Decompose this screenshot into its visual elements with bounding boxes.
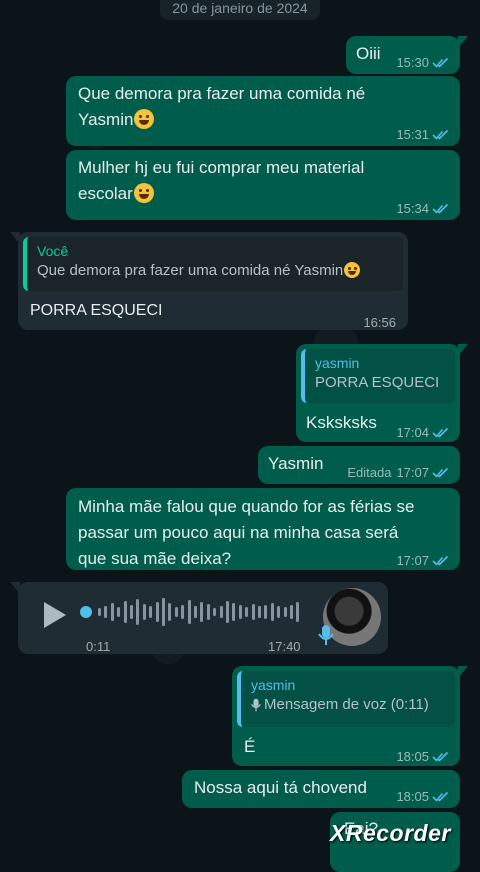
message-bubble-incoming[interactable]: Você Que demora pra fazer uma comida né … bbox=[10, 232, 408, 330]
read-ticks-icon bbox=[432, 555, 449, 566]
quoted-author: Você bbox=[37, 243, 69, 259]
message-bubble-outgoing[interactable]: Que demora pra fazer uma comida né Yasmin… bbox=[66, 76, 460, 146]
message-text: Que demora pra fazer uma comida né Yasmin bbox=[78, 84, 366, 129]
waveform-bar bbox=[181, 605, 185, 619]
waveform-bar bbox=[155, 602, 159, 622]
read-ticks-icon bbox=[432, 467, 449, 478]
message-text: Minha mãe falou que quando for as férias… bbox=[78, 497, 415, 568]
message-time: 18:05 bbox=[396, 749, 429, 764]
voice-waveform[interactable] bbox=[98, 596, 304, 628]
waveform-bar bbox=[245, 607, 249, 617]
message-bubble-outgoing[interactable]: Yasmin Editada 17:07 bbox=[258, 446, 460, 484]
message-bubble-outgoing[interactable]: Oiii 15:30 bbox=[346, 36, 468, 76]
message-text: Oiii bbox=[356, 44, 381, 63]
quoted-author: yasmin bbox=[251, 677, 296, 693]
message-bubble-outgoing[interactable]: yasmin PORRA ESQUECI Ksksksks 17:04 bbox=[296, 344, 468, 442]
waveform-bar bbox=[219, 606, 223, 618]
message-meta: 16:56 bbox=[363, 310, 396, 336]
waveform-bar bbox=[226, 601, 229, 623]
message-bubble-outgoing[interactable]: Minha mãe falou que quando for as férias… bbox=[66, 488, 460, 570]
waveform-bar bbox=[206, 604, 210, 620]
message-bubble-outgoing[interactable]: yasmin Mensagem de voz (0:11) É 18:05 bbox=[232, 666, 468, 766]
message-meta: 15:34 bbox=[396, 196, 450, 222]
waveform-bar bbox=[264, 605, 268, 619]
date-separator: 20 de janeiro de 2024 bbox=[160, 0, 320, 20]
message-text: Ksksksks bbox=[306, 413, 377, 432]
read-ticks-icon bbox=[432, 751, 449, 762]
message-time: 17:07 bbox=[396, 465, 429, 480]
voice-message-bubble-incoming[interactable]: 0:11 17:40 bbox=[10, 582, 388, 654]
waveform-bar bbox=[213, 608, 217, 616]
waveform-bar bbox=[232, 603, 236, 621]
message-time: 15:30 bbox=[396, 55, 429, 70]
waveform-bar bbox=[238, 605, 242, 619]
read-ticks-icon bbox=[432, 791, 449, 802]
waveform-bar bbox=[136, 599, 140, 625]
waveform-bar bbox=[258, 606, 261, 618]
waveform-bar bbox=[142, 604, 146, 620]
message-text: Mulher hj eu fui comprar meu material esc… bbox=[78, 158, 365, 203]
message-time: 18:05 bbox=[396, 789, 429, 804]
message-meta: 15:31 bbox=[396, 122, 450, 148]
waveform-bar bbox=[110, 603, 114, 621]
read-ticks-icon bbox=[432, 129, 449, 140]
quoted-message[interactable]: Você Que demora pra fazer uma comida né … bbox=[23, 237, 403, 291]
message-meta: Editada 17:07 bbox=[347, 460, 450, 486]
waveform-bar bbox=[162, 598, 165, 626]
message-time: 15:34 bbox=[396, 201, 429, 216]
message-text: Nossa aqui tá chovend bbox=[194, 778, 367, 797]
message-bubble-outgoing[interactable]: Mulher hj eu fui comprar meu material esc… bbox=[66, 150, 460, 220]
message-text: É bbox=[244, 737, 256, 756]
waveform-bar bbox=[283, 607, 287, 617]
waveform-bar bbox=[168, 603, 172, 621]
message-meta: 15:30 bbox=[396, 50, 450, 76]
waveform-bar bbox=[187, 600, 191, 624]
play-icon[interactable] bbox=[42, 600, 68, 630]
waveform-bar bbox=[251, 604, 255, 620]
quoted-text: Mensagem de voz (0:11) bbox=[251, 694, 447, 716]
microphone-icon bbox=[318, 625, 334, 645]
read-ticks-icon bbox=[432, 203, 449, 214]
watermark-logo: XRecorder bbox=[330, 820, 451, 846]
quoted-text: Que demora pra fazer uma comida né Yasmi… bbox=[37, 260, 395, 282]
quoted-message[interactable]: yasmin PORRA ESQUECI bbox=[301, 349, 455, 403]
quoted-message[interactable]: yasmin Mensagem de voz (0:11) bbox=[237, 671, 455, 727]
voice-duration: 0:11 bbox=[86, 639, 111, 654]
waveform-bar bbox=[123, 601, 127, 623]
message-time: 17:04 bbox=[396, 425, 429, 440]
waveform-bar bbox=[98, 608, 101, 616]
waveform-bar bbox=[117, 607, 121, 617]
waveform-bar bbox=[174, 607, 178, 617]
waveform-bar bbox=[104, 606, 108, 618]
message-meta: 18:05 bbox=[396, 784, 450, 810]
message-text: Yasmin bbox=[268, 454, 324, 473]
yawning-face-emoji-icon bbox=[133, 183, 154, 203]
read-ticks-icon bbox=[432, 57, 449, 68]
waveform-bar bbox=[290, 605, 293, 619]
message-time: 17:07 bbox=[396, 553, 429, 568]
quoted-author: yasmin bbox=[315, 355, 360, 371]
waveform-bar bbox=[194, 606, 197, 618]
message-time: 16:56 bbox=[363, 315, 396, 330]
message-meta: 18:05 bbox=[396, 744, 450, 770]
waveform-bar bbox=[270, 603, 274, 621]
grinning-sweat-emoji-icon bbox=[344, 262, 361, 278]
read-ticks-icon bbox=[432, 427, 449, 438]
waveform-bar bbox=[200, 602, 204, 622]
voice-progress-dot[interactable] bbox=[80, 606, 92, 618]
waveform-bar bbox=[277, 606, 281, 618]
message-meta: 17:07 bbox=[396, 548, 450, 574]
message-bubble-outgoing[interactable]: Nossa aqui tá chovend 18:05 bbox=[182, 770, 460, 808]
message-time: 15:31 bbox=[396, 127, 429, 142]
edited-label: Editada bbox=[347, 465, 392, 480]
message-meta: 17:04 bbox=[396, 420, 450, 446]
waveform-bar bbox=[130, 605, 133, 619]
grinning-sweat-emoji-icon bbox=[134, 109, 155, 129]
waveform-bar bbox=[296, 602, 300, 622]
microphone-icon bbox=[251, 698, 261, 712]
message-text: PORRA ESQUECI bbox=[30, 302, 163, 319]
waveform-bar bbox=[149, 606, 153, 618]
quoted-text: PORRA ESQUECI bbox=[315, 374, 440, 391]
message-time: 17:40 bbox=[268, 639, 301, 654]
